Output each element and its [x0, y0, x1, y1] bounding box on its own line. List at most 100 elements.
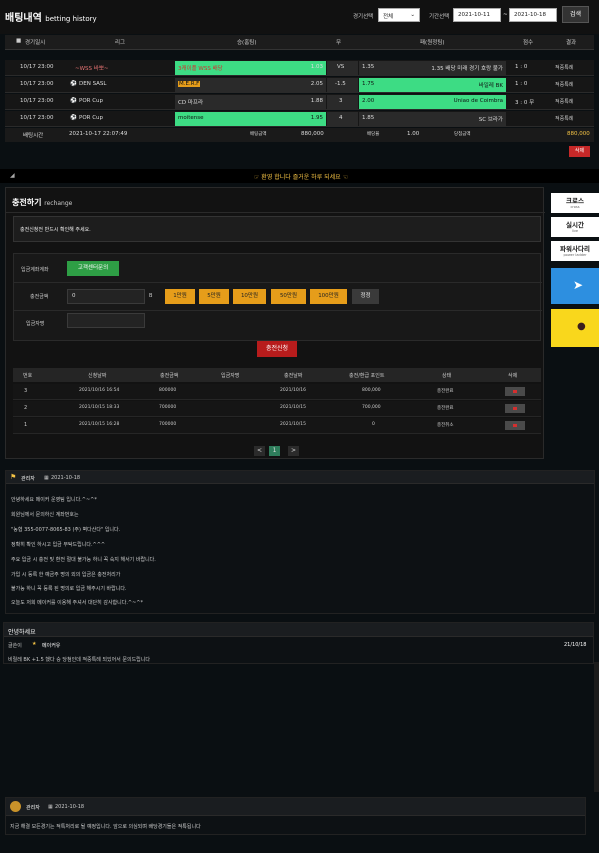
reset-button[interactable]: 정정 [352, 289, 379, 304]
delete-bet-button[interactable]: 삭제 [569, 146, 590, 157]
away-odds-button[interactable]: 1.35 1.35 배당 미래 경기 호랑 불가 [359, 61, 506, 75]
rc-amount: 800000 [159, 388, 177, 393]
kakao-banner[interactable]: ● [551, 309, 599, 347]
bet-score: 1 : 0 [515, 64, 528, 70]
recharge-panel: 충전하기 rechange 충전신청전 반드시 확인해 주세요. 입금계좌계좌 … [5, 187, 545, 459]
rc-points: 0 [372, 422, 375, 427]
away-team: SC 브라가 [478, 117, 503, 123]
prev-page-button[interactable]: < [254, 446, 265, 456]
away-team: 1.35 배당 미래 경기 호랑 불가 [431, 66, 503, 72]
away-odds: 1.35 [362, 64, 375, 70]
page-title: 배팅내역 betting history [5, 9, 97, 24]
draw-value: 3 [339, 98, 343, 104]
th-home: 승(홈팀) [237, 40, 257, 46]
home-odds-button[interactable]: M.E.R.F 2.05 [175, 78, 326, 92]
quick-amount-button[interactable]: 5만원 [199, 289, 229, 304]
reply-header: 관리자 ▦ 2021-10-18 [6, 798, 585, 816]
search-button[interactable]: 검색 [562, 6, 589, 23]
draw-button[interactable]: 3 [327, 95, 358, 109]
win-amount-label: 당첨금액 [454, 132, 471, 137]
draw-button[interactable]: VS [327, 61, 358, 75]
date-to-input[interactable]: 2021-10-18 [509, 8, 557, 22]
reply-date: 2021-10-18 [51, 475, 81, 481]
win-amount: 880,000 [567, 131, 590, 137]
draw-value: -1.5 [335, 81, 346, 87]
welcome-text-value: 환영 합니다 즐거운 하루 되세요 [261, 174, 341, 181]
quick-amount-button[interactable]: 50만원 [271, 289, 306, 304]
telegram-icon: ➤ [573, 278, 584, 292]
delete-row-button[interactable] [505, 387, 525, 396]
period-label: 기간선택 [429, 14, 450, 20]
home-odds-button[interactable]: moitense 1.95 [175, 112, 326, 126]
select-all-checkbox[interactable]: ■ [16, 38, 21, 44]
th-draw: 무 [336, 40, 342, 46]
title-text: 배팅내역 [5, 13, 42, 24]
amount-value: 0 [72, 293, 76, 299]
next-page-button[interactable]: > [288, 446, 299, 456]
side-title: 실시간 [566, 221, 584, 229]
bet-amount: 880,000 [301, 131, 324, 137]
th-points: 충전/환급 포인트 [349, 373, 385, 379]
quick-amount-button[interactable]: 100만원 [310, 289, 347, 304]
depositor-label: 입금자명 [26, 321, 45, 327]
rc-amount: 700000 [159, 422, 177, 427]
away-team: 바일레 BK [478, 83, 503, 89]
delete-row-button[interactable] [505, 421, 525, 430]
home-odds-button[interactable]: 3캐이플 WSS 배당 1.03 [175, 61, 326, 75]
rc-no: 2 [24, 405, 28, 411]
side-title: 파워사다리 [560, 245, 590, 253]
bet-date: 10/17 23:00 [20, 64, 54, 70]
side-menu-ladder[interactable]: 파워사다리 power ladder [551, 241, 599, 261]
th-status: 상태 [442, 373, 452, 379]
reply-line: 오늘도 저희 메이커를 이용해 주셔서 대단히 감사합니다.^~^* [11, 600, 143, 606]
recharge-form: 입금계좌계좌 고객센터문의 충전금액 0 B 1만원 5만원 10만원 50만원… [13, 253, 542, 341]
away-odds-button[interactable]: 1.85 SC 브라가 [359, 112, 506, 126]
apply-recharge-button[interactable]: 충전신청 [257, 341, 297, 357]
home-team: 3캐이플 WSS 배당 [178, 66, 223, 72]
account-label: 입금계좌계좌 [21, 267, 49, 273]
divider [14, 282, 542, 283]
telegram-banner[interactable]: ➤ [551, 268, 599, 304]
bet-league: ~WSS 바뽀~ [75, 66, 109, 72]
date-from-input[interactable]: 2021-10-11 [453, 8, 501, 22]
reply-line: 불가능 하니 꼭 등록 된 명의로 입금 해주시기 바랍니다. [11, 586, 127, 592]
admin-reply-2: 관리자 ▦ 2021-10-18 지금 해결 모든경기는 적특처리로 될 예정입… [5, 797, 586, 835]
rc-done-date: 2021/10/16 [280, 388, 306, 393]
quick-amount-button[interactable]: 1만원 [165, 289, 195, 304]
quick-amount-button[interactable]: 10만원 [233, 289, 266, 304]
kakao-icon: ● [577, 321, 586, 332]
page-1-button[interactable]: 1 [269, 446, 280, 456]
account-inquiry-button[interactable]: 고객센터문의 [67, 261, 119, 276]
away-odds: 2.00 [362, 98, 375, 104]
draw-button[interactable]: -1.5 [327, 78, 358, 92]
odds-label: 배당율 [367, 132, 380, 137]
inquiry-date: 21/10/18 [564, 642, 587, 648]
soccer-icon: ⚽ [70, 81, 77, 87]
recharge-row: 3 2021/10/16 16:54 800000 2021/10/16 800… [13, 384, 541, 400]
title-sub: betting history [45, 15, 97, 23]
delete-row-button[interactable] [505, 404, 525, 413]
home-odds-button[interactable]: CD 마프라 1.88 [175, 95, 326, 109]
away-team: Uniao de Coimbra [453, 98, 503, 104]
away-odds-button[interactable]: 1.75 바일레 BK [359, 78, 506, 92]
away-odds-button[interactable]: 2.00 Uniao de Coimbra [359, 95, 506, 109]
bet-date: 10/17 23:00 [20, 81, 54, 87]
th-score: 점수 [523, 40, 534, 46]
scrollbar[interactable] [594, 662, 599, 792]
th-name: 입금자명 [221, 373, 240, 379]
side-sub: live [571, 229, 579, 233]
rc-req-date: 2021/10/15 18:33 [79, 405, 120, 410]
side-menu-live[interactable]: 실시간 live [551, 217, 599, 237]
welcome-text: ☞ 환영 합니다 즐거운 하루 되세요 ☜ [254, 174, 348, 181]
recharge-notice: 충전신청전 반드시 확인해 주세요. [13, 216, 541, 242]
amount-unit: B [149, 293, 153, 299]
side-menu-cross[interactable]: 크로스 cross [551, 193, 599, 213]
draw-button[interactable]: 4 [327, 112, 358, 126]
depositor-input[interactable] [67, 313, 145, 328]
game-select[interactable]: 전체 ⌄ [378, 8, 420, 22]
bet-result: 적중특례 [555, 65, 574, 71]
inquiry-post: 안녕하세요 글쓴이 ★ 메이커유 21/10/18 비릴레 BK +1.5 했다… [3, 622, 594, 664]
home-team: CD 마프라 [178, 100, 204, 106]
date-from-value: 2021-10-11 [458, 12, 490, 18]
amount-input[interactable]: 0 [67, 289, 145, 304]
